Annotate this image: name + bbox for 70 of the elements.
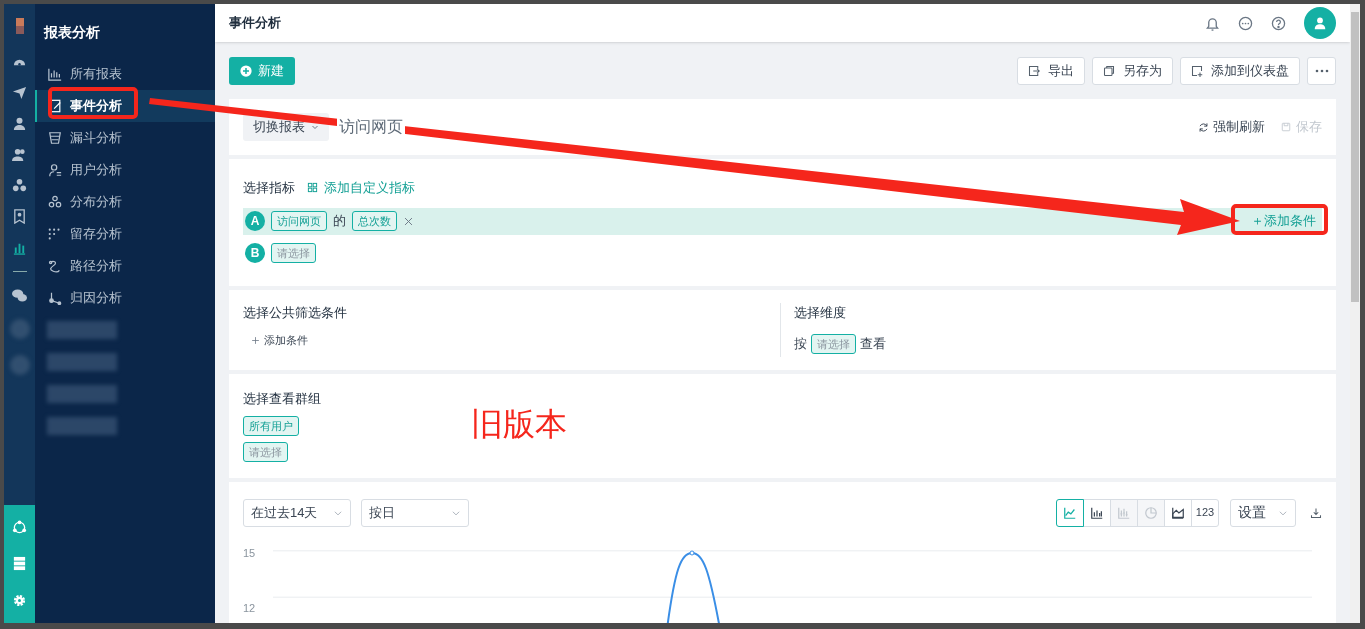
close-icon[interactable] [403,215,414,227]
add-icon [1191,65,1203,77]
users-icon[interactable] [12,147,27,162]
chat-icon[interactable] [1238,15,1253,31]
settings-dropdown[interactable]: 设置 [1230,498,1296,527]
pie-chart-icon [1144,505,1158,520]
bar-chart-icon [1090,505,1104,520]
toolbar-button[interactable]: 添加到仪表盘 [1180,57,1300,85]
line-chart-icon [1063,505,1077,520]
help-icon[interactable] [1271,15,1286,31]
section-title: 选择指标 [243,179,295,197]
chat-icon[interactable] [12,288,27,303]
report-name: 访问网页 [337,118,405,135]
interval-dropdown[interactable]: 按日 [361,498,469,527]
toolbar-button[interactable]: 导出 [1017,57,1085,85]
copy-icon [1103,65,1115,77]
dots-grid-icon [48,227,62,241]
nodes-icon [48,291,62,305]
letter-badge: B [245,243,265,263]
funnel-icon [48,131,62,145]
export-icon [1028,65,1040,77]
axis-label: 12 [243,600,256,615]
sidebar-item[interactable]: 所有报表 [35,58,215,90]
sidebar-item[interactable]: 归因分析 [35,282,215,314]
plus-circle-icon [240,65,252,77]
sidebar-item[interactable]: 漏斗分析 [35,122,215,154]
section-title: 选择查看群组 [243,389,322,408]
label: 查看 [860,335,886,354]
user-icon[interactable] [12,116,27,131]
download-icon[interactable] [1310,506,1322,519]
paper-plane-icon[interactable] [12,85,27,100]
grid-icon [307,182,318,194]
annotation-text: 旧版本 [471,408,567,440]
save-icon [1281,122,1291,132]
scrollbar-thumb[interactable] [1351,12,1359,302]
sidebar-title: 报表分析 [42,23,101,42]
section-title: 选择公共筛选条件 [243,303,348,322]
user-icon [48,163,62,177]
settings-icon[interactable] [12,593,27,609]
connector-text: 的 [333,212,346,231]
sidebar-item[interactable]: 留存分析 [35,218,215,250]
circles-icon [48,195,62,209]
more-icon [1314,69,1329,73]
label: 按 [794,335,807,354]
avatar[interactable] [1304,7,1336,39]
add-condition-link[interactable]: 添加条件 [251,332,780,349]
chart-type-button[interactable]: 123 [1191,498,1219,527]
area-chart-icon [1171,505,1185,520]
section-title: 选择维度 [794,303,847,322]
plus-icon [251,335,260,345]
sidebar-item[interactable]: 用户分析 [35,154,215,186]
bookmark-icon[interactable] [12,209,27,224]
bell-icon[interactable] [1205,15,1220,31]
stacked-bar-icon [1117,505,1131,520]
cubes-icon[interactable] [12,178,27,193]
hub-icon[interactable] [12,519,27,535]
letter-badge: A [245,211,265,231]
axis-label: 15 [243,545,256,560]
chevron-down-icon [311,123,319,131]
path-icon [48,259,62,273]
sidebar-item[interactable]: 分布分析 [35,186,215,218]
metric-row[interactable]: A 访问网页 的 总次数 ＋添加条件 [243,207,1322,235]
bar-chart-icon [48,67,62,81]
refresh-button[interactable]: 强制刷新 [1198,117,1265,137]
sidebar-item[interactable]: 路径分析 [35,250,215,282]
toolbar-button[interactable]: 另存为 [1092,57,1173,85]
server-icon[interactable] [12,556,27,572]
date-range-dropdown[interactable]: 在过去14天 [243,498,351,527]
page-title: 事件分析 [229,14,282,33]
refresh-icon [1198,121,1209,133]
